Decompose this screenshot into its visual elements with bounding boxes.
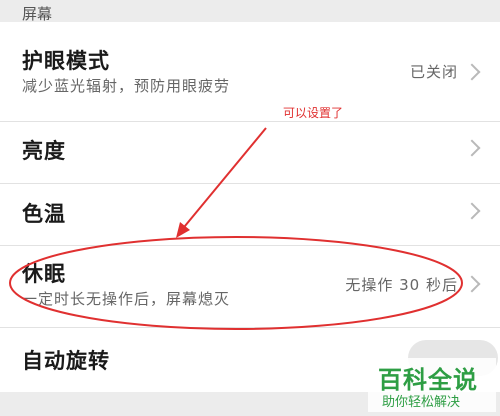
annotation-label: 可以设置了 xyxy=(283,106,344,120)
highlight-ellipse xyxy=(9,236,463,330)
annotation-arrow-line xyxy=(179,127,267,233)
watermark-logo: 百科全说 xyxy=(378,366,478,394)
annotation-arrow-head xyxy=(176,222,190,238)
watermark-tagline: 助你轻松解决 xyxy=(382,395,461,410)
annotation-overlay xyxy=(9,127,463,330)
